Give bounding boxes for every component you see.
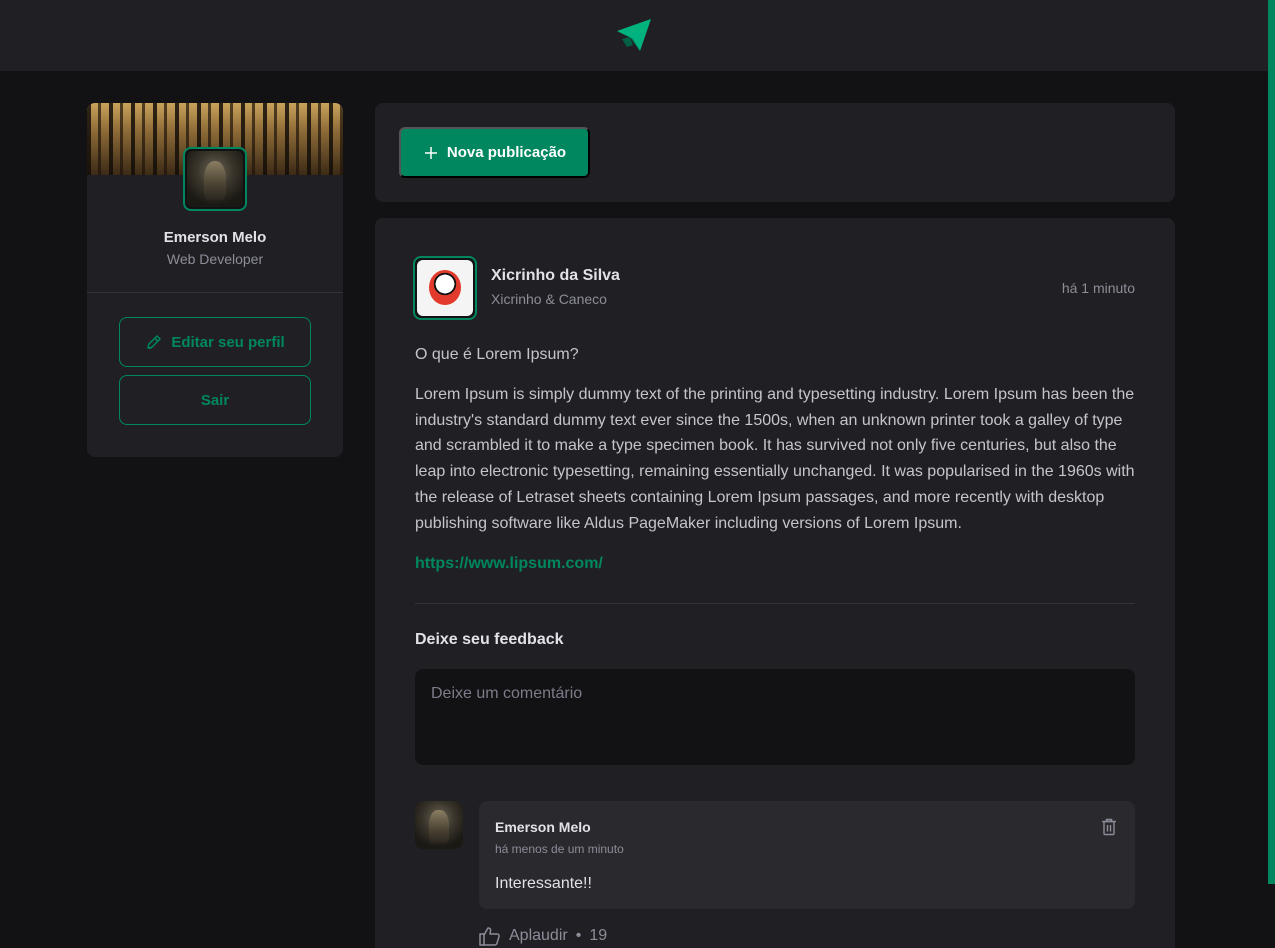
applaud-label: Aplaudir — [509, 927, 568, 944]
edit-profile-label: Editar seu perfil — [171, 333, 285, 351]
post-content: O que é Lorem Ipsum? Lorem Ipsum is simp… — [415, 342, 1137, 576]
post-author-name: Xicrinho da Silva — [491, 267, 620, 284]
applaud-separator: • — [575, 927, 582, 944]
post-card: Xicrinho da Silva Xicrinho & Caneco há 1… — [375, 218, 1175, 948]
feedback-title: Deixe seu feedback — [415, 631, 564, 648]
post-title: O que é Lorem Ipsum? — [415, 346, 579, 363]
logout-label: Sair — [200, 391, 230, 409]
plus-icon — [424, 146, 437, 159]
pencil-icon — [147, 335, 162, 349]
post-time: há 1 minuto — [1061, 280, 1135, 296]
new-post-label: Nova publicação — [446, 144, 567, 161]
post-link[interactable]: https://www.lipsum.com/ — [415, 551, 603, 577]
edit-profile-button[interactable]: Editar seu perfil — [119, 317, 311, 367]
post-author-avatar[interactable] — [413, 256, 477, 320]
comment-card: Emerson Melo há menos de um minuto Inter… — [479, 801, 1135, 909]
scrollbar-thumb[interactable] — [1268, 0, 1275, 884]
profile-sidebar: Emerson Melo Web Developer Editar seu pe… — [87, 103, 343, 457]
applaud-button[interactable]: Aplaudir • 19 — [479, 926, 607, 946]
top-header — [0, 0, 1268, 71]
new-post-panel: Nova publicação — [375, 103, 1175, 202]
sidebar-divider — [87, 292, 343, 293]
delete-comment-button[interactable] — [1099, 817, 1119, 837]
profile-avatar[interactable] — [183, 147, 247, 211]
comment-text: Interessante!! — [495, 875, 592, 892]
post-divider — [415, 603, 1135, 604]
applaud-count: 19 — [589, 927, 608, 944]
profile-name: Emerson Melo — [163, 229, 267, 246]
comment-author-avatar[interactable] — [415, 801, 463, 849]
post-body: Lorem Ipsum is simply dummy text of the … — [415, 385, 1135, 532]
profile-role: Web Developer — [166, 251, 264, 267]
comment-author-name: Emerson Melo — [495, 819, 591, 835]
comment-time: há menos de um minuto — [495, 842, 624, 856]
post-author-role: Xicrinho & Caneco — [491, 291, 607, 307]
thumbs-up-icon — [479, 927, 500, 946]
new-post-button[interactable]: Nova publicação — [399, 127, 590, 178]
comment-input[interactable] — [415, 669, 1135, 765]
logout-button[interactable]: Sair — [119, 375, 311, 425]
trash-icon — [1102, 818, 1116, 836]
paper-plane-logo — [617, 18, 651, 51]
